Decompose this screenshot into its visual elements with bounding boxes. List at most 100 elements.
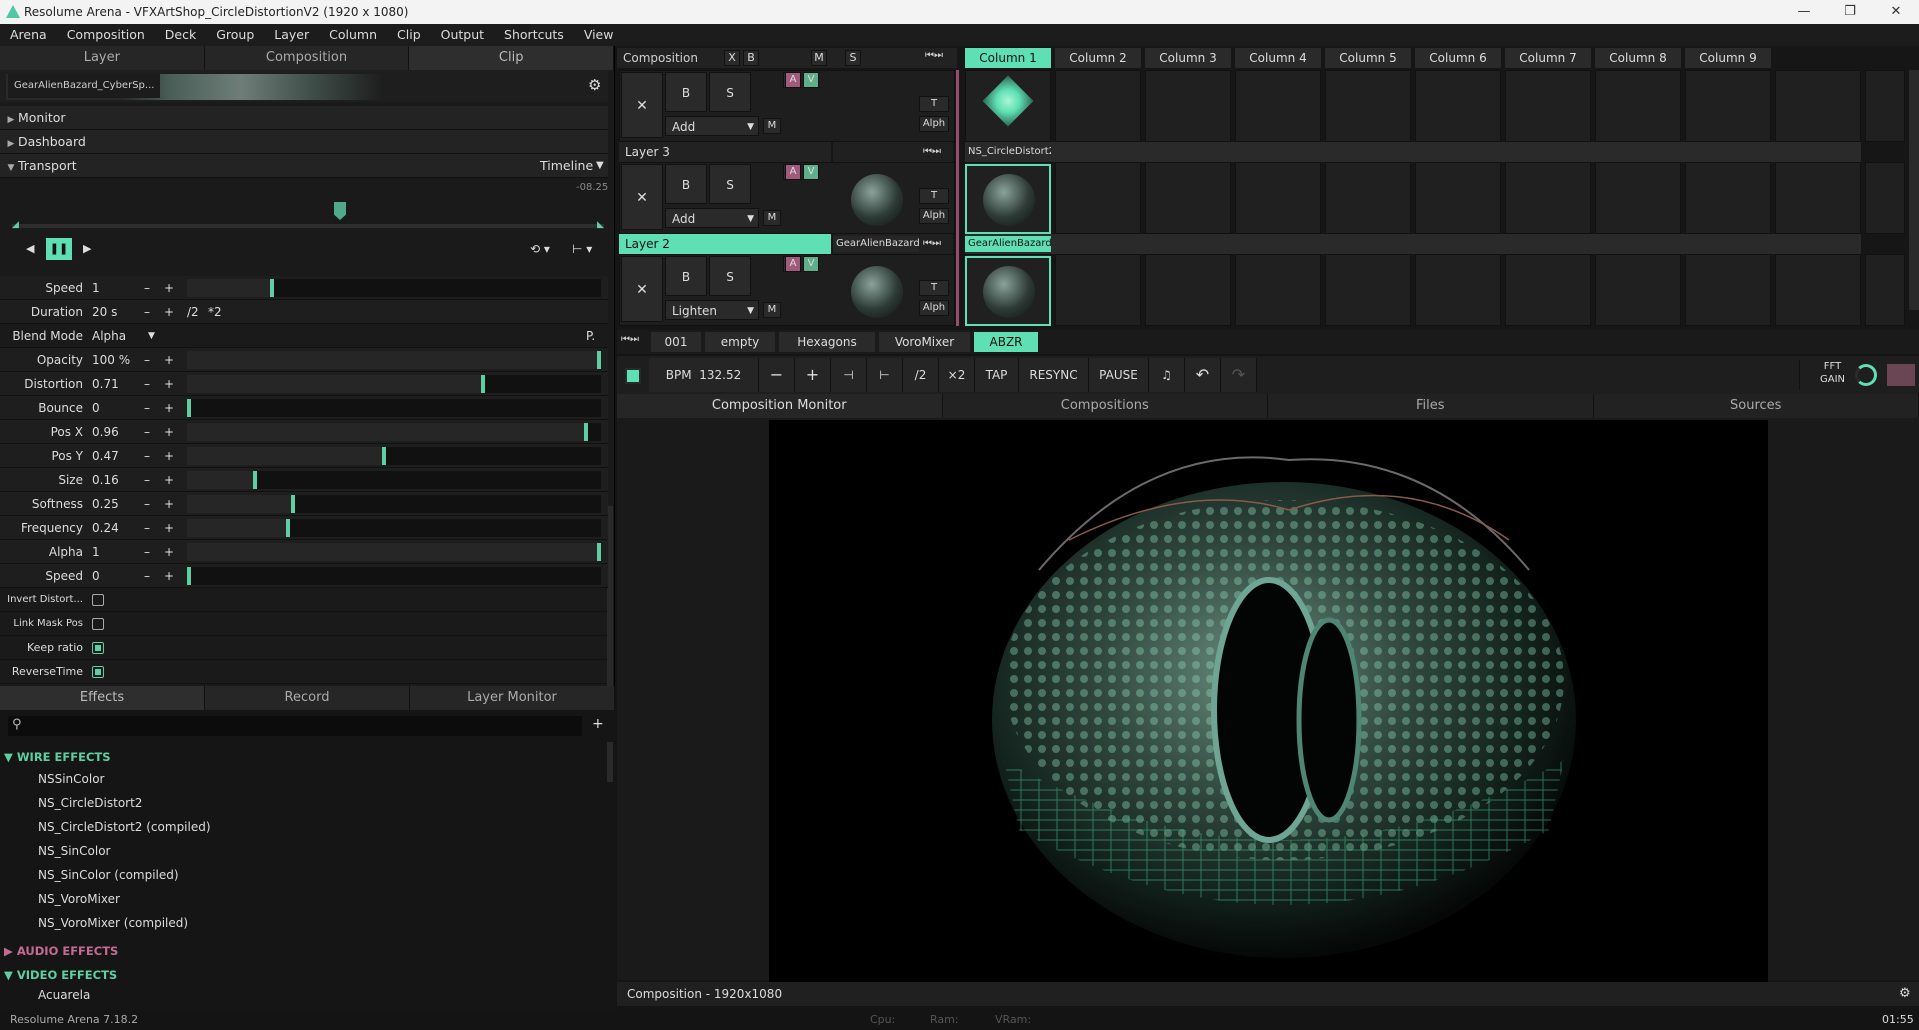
- blend-mode-dropdown[interactable]: Alpha: [92, 324, 126, 348]
- nudge-back-icon[interactable]: ⊣: [831, 358, 867, 392]
- checkbox[interactable]: [92, 666, 104, 678]
- clip-slot[interactable]: [1865, 70, 1905, 142]
- fft-gain-knob[interactable]: [1855, 364, 1877, 386]
- bypass-button[interactable]: B: [665, 72, 707, 112]
- effect-item[interactable]: Acuarela: [38, 988, 90, 1002]
- minus-button[interactable]: –: [144, 372, 150, 396]
- bpm-halve-button[interactable]: /2: [903, 358, 939, 392]
- effects-category-audio[interactable]: ▶ AUDIO EFFECTS: [4, 944, 118, 958]
- search-input[interactable]: [8, 716, 582, 736]
- bpm-plus-button[interactable]: +: [795, 358, 831, 392]
- menu-shortcuts[interactable]: Shortcuts: [494, 24, 574, 46]
- menu-output[interactable]: Output: [431, 24, 494, 46]
- param-value[interactable]: 1: [92, 276, 100, 300]
- clip-slot[interactable]: [1235, 162, 1321, 234]
- transition-button[interactable]: T: [919, 280, 949, 296]
- slider-handle[interactable]: [187, 399, 191, 417]
- menu-column[interactable]: Column: [319, 24, 387, 46]
- blend-mode-dropdown[interactable]: Add ▼: [665, 208, 759, 228]
- in-marker-icon[interactable]: ◢: [12, 220, 19, 230]
- section-monitor[interactable]: ▶ Monitor: [0, 106, 608, 130]
- clip-slot[interactable]: [1595, 254, 1681, 326]
- param-slider[interactable]: [187, 519, 601, 537]
- param-slider[interactable]: [187, 375, 601, 393]
- clip-thumbnail-sphere[interactable]: [983, 266, 1035, 318]
- slider-handle[interactable]: [597, 543, 601, 561]
- close-icon[interactable]: ✕: [1873, 0, 1919, 24]
- solo-button[interactable]: S: [709, 72, 751, 112]
- out-marker-icon[interactable]: ◣: [597, 220, 604, 230]
- plus-button[interactable]: +: [164, 396, 174, 420]
- clip-slot[interactable]: [1505, 254, 1591, 326]
- bypass-button[interactable]: B: [743, 50, 759, 66]
- plus-button[interactable]: +: [164, 372, 174, 396]
- param-value[interactable]: 20 s: [92, 300, 117, 324]
- gear-icon[interactable]: ⚙: [1899, 982, 1911, 1006]
- play-forward-icon[interactable]: ▶: [83, 242, 91, 255]
- clip-slot[interactable]: [1145, 254, 1231, 326]
- param-value[interactable]: 0.16: [92, 468, 119, 492]
- deck-tab-3[interactable]: Hexagons: [779, 332, 875, 352]
- clip-slot[interactable]: [1415, 70, 1501, 142]
- plus-button[interactable]: +: [164, 516, 174, 540]
- param-value[interactable]: 0: [92, 396, 100, 420]
- param-value[interactable]: 0.96: [92, 420, 119, 444]
- menu-arena[interactable]: Arena: [0, 24, 57, 46]
- param-slider[interactable]: [187, 279, 601, 297]
- tap-button[interactable]: TAP: [975, 358, 1019, 392]
- preset-button[interactable]: P.: [586, 324, 595, 348]
- minus-button[interactable]: –: [144, 276, 150, 300]
- param-slider[interactable]: [187, 399, 601, 417]
- mute-button[interactable]: M: [811, 50, 827, 66]
- plus-button[interactable]: +: [164, 540, 174, 564]
- param-value[interactable]: 0.25: [92, 492, 119, 516]
- tab-layer-monitor[interactable]: Layer Monitor: [410, 686, 615, 710]
- checkbox[interactable]: [92, 618, 104, 630]
- clip-label[interactable]: GearAlienBazard_...: [965, 236, 1051, 252]
- gear-icon[interactable]: ⚙: [588, 76, 601, 94]
- alpha-button[interactable]: Alph: [919, 300, 949, 316]
- tab-clip[interactable]: Clip: [409, 46, 615, 70]
- param-value[interactable]: 0.24: [92, 516, 119, 540]
- column-header-3[interactable]: Column 3: [1145, 48, 1231, 68]
- clip-slot[interactable]: [1685, 70, 1771, 142]
- clip-thumbnail-sphere[interactable]: [851, 266, 903, 318]
- clip-slot[interactable]: [1325, 254, 1411, 326]
- clip-slot[interactable]: [1055, 254, 1141, 326]
- param-value[interactable]: 100 %: [92, 348, 130, 372]
- param-slider[interactable]: [187, 447, 601, 465]
- slider-handle[interactable]: [270, 279, 274, 297]
- scrollbar[interactable]: [1909, 70, 1919, 310]
- play-reverse-icon[interactable]: ◀: [26, 242, 34, 255]
- minimize-icon[interactable]: —: [1781, 0, 1827, 24]
- slider-handle[interactable]: [597, 351, 601, 369]
- column-header-8[interactable]: Column 8: [1595, 48, 1681, 68]
- param-value[interactable]: 1: [92, 540, 100, 564]
- effect-item[interactable]: NS_CircleDistort2: [38, 796, 142, 810]
- mute-button[interactable]: M: [763, 118, 781, 134]
- clip-slot[interactable]: [1235, 70, 1321, 142]
- slider-handle[interactable]: [584, 423, 588, 441]
- clip-label[interactable]: GearAlienBazard_...: [833, 236, 919, 252]
- clip-slot[interactable]: [1235, 254, 1321, 326]
- bpm-display[interactable]: BPM 132.52: [649, 358, 759, 392]
- metronome-icon[interactable]: ♫: [1149, 358, 1185, 392]
- slider-handle[interactable]: [187, 567, 191, 585]
- minus-button[interactable]: –: [144, 492, 150, 516]
- add-button[interactable]: +: [592, 716, 604, 732]
- bypass-button[interactable]: B: [665, 164, 707, 204]
- timeline-dropdown[interactable]: Timeline: [540, 154, 593, 178]
- clip-slot[interactable]: [1775, 162, 1861, 234]
- plus-button[interactable]: +: [164, 276, 174, 300]
- minus-button[interactable]: –: [144, 444, 150, 468]
- minus-button[interactable]: –: [144, 468, 150, 492]
- section-dashboard[interactable]: ▶ Dashboard: [0, 130, 608, 154]
- plus-button[interactable]: +: [164, 492, 174, 516]
- menu-group[interactable]: Group: [206, 24, 264, 46]
- layer-nav-icon[interactable]: ⏮⏭: [923, 146, 941, 157]
- layer-nav-icon[interactable]: ⏮⏭: [923, 238, 941, 249]
- play-mode-icon[interactable]: ⊢ ▾: [572, 242, 592, 256]
- composition-label[interactable]: Composition: [623, 48, 698, 68]
- clip-thumbnail-sphere[interactable]: [983, 174, 1035, 226]
- effect-item[interactable]: NS_SinColor (compiled): [38, 868, 179, 882]
